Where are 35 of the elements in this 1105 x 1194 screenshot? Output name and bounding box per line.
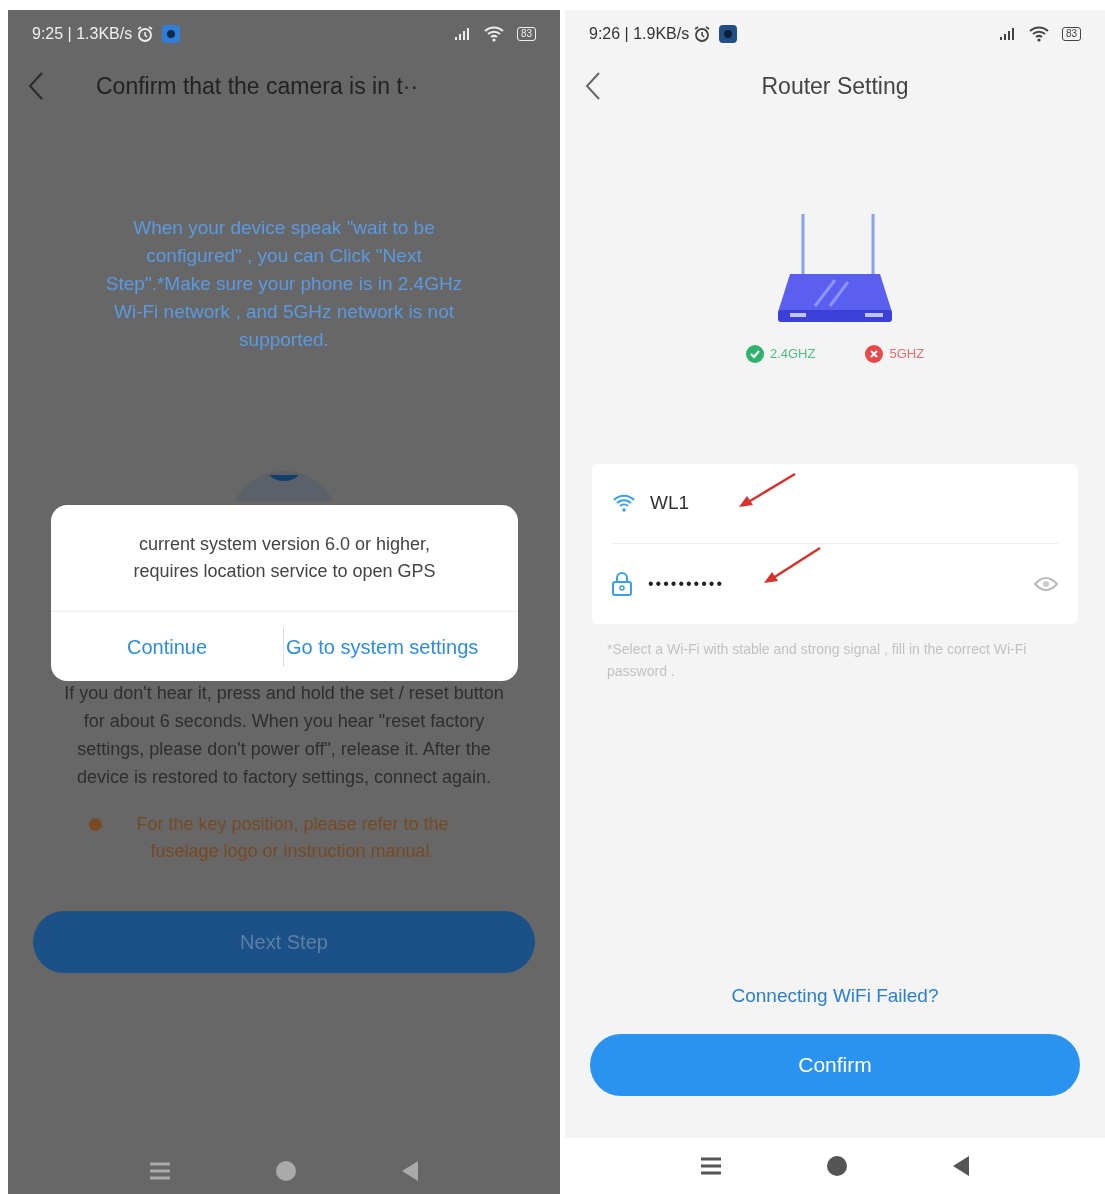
back-icon[interactable]	[26, 71, 46, 101]
password-field[interactable]: ••••••••••	[648, 571, 724, 596]
back-triangle-icon[interactable]	[953, 1156, 969, 1176]
alarm-clock-icon	[136, 25, 155, 43]
lock-icon	[612, 571, 632, 596]
wifi-icon	[1027, 25, 1050, 43]
band-label: 2.4GHZ	[769, 345, 816, 363]
band-label: 5GHZ	[889, 345, 925, 363]
page-title: Router Setting	[761, 71, 909, 101]
wifi-icon	[482, 25, 505, 43]
wifi-icon	[612, 493, 636, 513]
system-settings-button[interactable]: Go to system settings	[284, 618, 518, 675]
app-icon	[719, 25, 738, 43]
eye-icon[interactable]	[1034, 575, 1058, 592]
confirm-button[interactable]: Confirm	[590, 1034, 1080, 1096]
battery-indicator: 83	[1061, 27, 1081, 41]
wifi-name-field[interactable]: WL1	[650, 488, 690, 518]
home-icon[interactable]	[826, 1155, 848, 1177]
reset-instructions: If you don't hear it, press and hold the set / reset button for about 6 seconds. When you hear "reset factory settings, please don't power off", release it. After the device is restored to factory settings, connect again.	[63, 682, 505, 789]
alarm-clock-icon	[693, 25, 712, 43]
dialog-message: current system version 6.0 or higher, requires location service to open GPS	[132, 533, 437, 583]
arrow-annotation	[737, 471, 797, 508]
note-text: For the key position, please refer to the fuselage logo or instruction manual.	[135, 813, 450, 863]
menu-icon[interactable]	[701, 1157, 721, 1175]
status-time: 9:25 | 1.3KB/s	[32, 24, 133, 44]
instruction-text: When your device speak "wait to be configured" , you can Click "Next Step".*Make sure your phone is in 2.4GHz Wi-Fi network , and 5GHz network is not supported.	[104, 216, 464, 352]
next-step-button[interactable]: Next Step	[33, 911, 535, 973]
arrow-annotation	[762, 545, 822, 584]
status-time: 9:26 | 1.9KB/s	[589, 24, 690, 44]
app-icon	[162, 25, 181, 43]
battery-indicator: 83	[516, 27, 536, 41]
connecting-failed-link[interactable]: Connecting WiFi Failed?	[731, 981, 939, 1010]
continue-button[interactable]: Continue	[51, 618, 283, 675]
page-title: Confirm that the camera is in t··	[96, 71, 419, 101]
back-icon[interactable]	[583, 71, 603, 101]
